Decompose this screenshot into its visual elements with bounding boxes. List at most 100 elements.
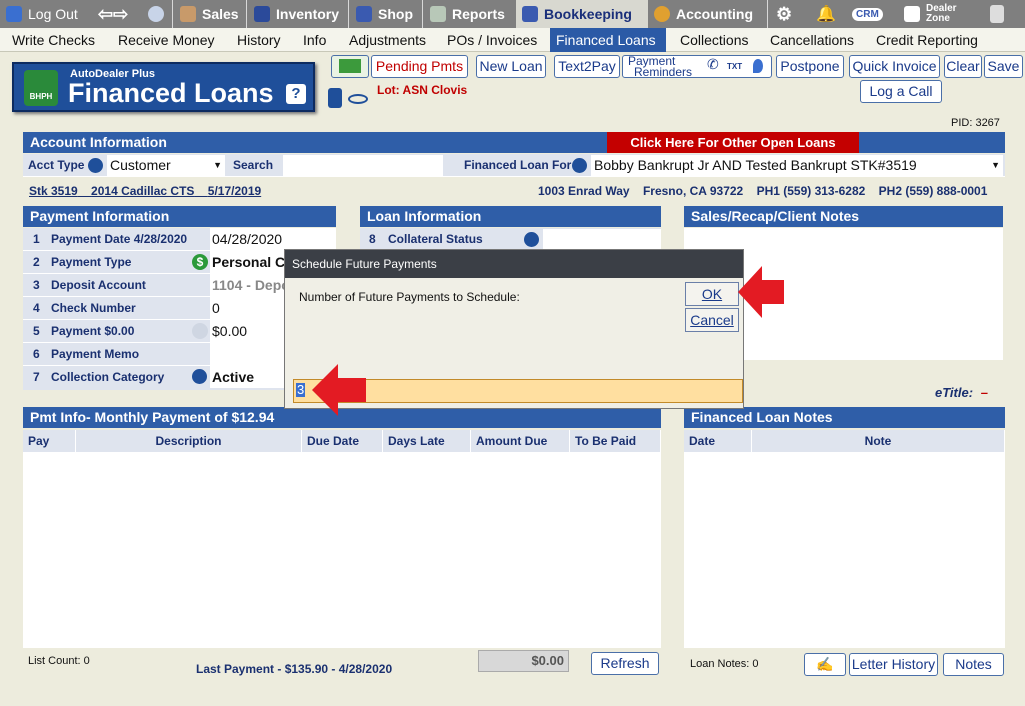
notes-button[interactable]: Notes [943, 653, 1004, 676]
new-loan-button[interactable]: New Loan [476, 55, 546, 78]
financed-loans-logo: BHPH AutoDealer Plus Financed Loans ? [12, 62, 315, 112]
info-arrow-icon[interactable] [524, 232, 539, 247]
col-to-be-paid[interactable]: To Be Paid [570, 430, 661, 452]
dealer-zone-button[interactable]: Dealer Zone [898, 0, 972, 28]
subnav-info[interactable]: Info [297, 28, 332, 52]
acct-type-select[interactable]: Customer ▼ [107, 155, 225, 176]
logout-button[interactable]: Log Out [0, 0, 88, 28]
info-arrow-icon[interactable] [572, 158, 587, 173]
loan-notes-list [684, 452, 1005, 648]
sales-notes-header: Sales/Recap/Client Notes [684, 206, 1003, 227]
log-call-button[interactable]: Log a Call [860, 80, 942, 103]
subnav-financed-loans[interactable]: Financed Loans [550, 28, 666, 52]
help-button[interactable]: ? [286, 84, 306, 104]
last-payment: Last Payment - $135.90 - 4/28/2020 [196, 662, 393, 676]
info-arrow-icon[interactable] [88, 158, 103, 173]
user-icon[interactable] [142, 0, 170, 28]
pie-chart-icon [654, 6, 670, 22]
page-title: Financed Loans [68, 78, 274, 108]
cancel-button[interactable]: Cancel [685, 308, 739, 332]
subnav-history[interactable]: History [231, 28, 287, 52]
postpone-button[interactable]: Postpone [776, 55, 844, 78]
pmt-info-list [23, 452, 661, 648]
refresh-button[interactable]: Refresh [591, 652, 659, 675]
tab-inventory[interactable]: Inventory [248, 0, 348, 28]
sign-button[interactable]: ✍ [804, 653, 846, 676]
tab-bookkeeping[interactable]: Bookkeeping [516, 0, 648, 28]
other-open-loans-button[interactable]: Click Here For Other Open Loans [607, 132, 859, 153]
acct-type-label: Acct Type [28, 158, 85, 172]
loan-notes-header: Financed Loan Notes [684, 407, 1005, 428]
col-pay[interactable]: Pay [23, 430, 76, 452]
tab-sales[interactable]: Sales [174, 0, 246, 28]
subnav-cancellations[interactable]: Cancellations [764, 28, 860, 52]
wrench-icon [356, 6, 372, 22]
col-note[interactable]: Note [752, 430, 1005, 452]
search-input[interactable] [283, 155, 443, 176]
subnav-adjustments[interactable]: Adjustments [343, 28, 432, 52]
book-icon [522, 6, 538, 22]
divider [246, 0, 247, 28]
tab-shop[interactable]: Shop [350, 0, 422, 28]
back-forward-icon[interactable]: ⇦⇨ [92, 0, 136, 28]
customer-address: 1003 Enrad Way Fresno, CA 93722 PH1 (559… [538, 184, 988, 198]
financed-loan-for-label: Financed Loan For [464, 158, 572, 172]
vehicle-link[interactable]: Stk 3519 2014 Cadillac CTS 5/17/2019 [29, 184, 261, 198]
loan-info-header: Loan Information [360, 206, 661, 227]
folder-button[interactable] [331, 55, 369, 78]
loan-notes-count: Loan Notes: 0 [690, 658, 759, 670]
gear-icon[interactable]: ⚙ [770, 0, 798, 28]
signature-icon: ✍ [816, 656, 834, 672]
info-arrow-icon[interactable] [192, 323, 208, 339]
subnav-pos-invoices[interactable]: POs / Invoices [441, 28, 543, 52]
col-date[interactable]: Date [684, 430, 752, 452]
dealer-zone-icon [904, 6, 920, 22]
col-description[interactable]: Description [76, 430, 302, 452]
chevron-down-icon: ▼ [213, 160, 222, 170]
save-button[interactable]: Save [984, 55, 1023, 78]
dollar-icon[interactable]: $ [192, 254, 208, 270]
car-icon [254, 6, 270, 22]
eye-icon[interactable] [348, 94, 368, 104]
tab-accounting[interactable]: Accounting [648, 0, 766, 28]
text2pay-button[interactable]: Text2Pay [554, 55, 620, 78]
chevron-down-icon: ▼ [991, 160, 1000, 170]
info-arrow-icon[interactable] [192, 369, 207, 384]
payment-info-header: Payment Information [23, 206, 336, 227]
home-icon [6, 6, 22, 22]
annotation-arrow-input [312, 364, 366, 416]
col-amount-due[interactable]: Amount Due [471, 430, 570, 452]
divider [767, 0, 768, 28]
subnav-write-checks[interactable]: Write Checks [6, 28, 101, 52]
payment-reminders-button[interactable]: Payment Reminders ✆ TXT [622, 55, 772, 78]
quick-invoice-button[interactable]: Quick Invoice [849, 55, 940, 78]
salesperson-icon [180, 6, 196, 22]
annotation-arrow-ok [738, 266, 784, 318]
divider [172, 0, 173, 28]
clear-button[interactable]: Clear [944, 55, 982, 78]
folder-icon [339, 59, 361, 73]
subnav-receive-money[interactable]: Receive Money [112, 28, 221, 52]
subnav-credit-reporting[interactable]: Credit Reporting [870, 28, 984, 52]
list-count: List Count: 0 [28, 655, 90, 667]
bell-icon[interactable]: 🔔 [810, 0, 838, 28]
dialog-prompt: Number of Future Payments to Schedule: [299, 290, 520, 304]
calculator-icon[interactable] [984, 0, 1012, 28]
etitle-label: eTitle: – [935, 385, 988, 400]
tab-reports[interactable]: Reports [424, 0, 516, 28]
financed-loan-select[interactable]: Bobby Bankrupt Jr AND Tested Bankrupt ST… [591, 155, 1003, 176]
divider [422, 0, 423, 28]
col-due-date[interactable]: Due Date [302, 430, 383, 452]
letter-history-button[interactable]: Letter History [849, 653, 938, 676]
lot-label: Lot: ASN Clovis [377, 83, 468, 97]
collateral-status-input[interactable] [543, 229, 661, 249]
payment-date-input[interactable]: 04/28/2020 [210, 228, 336, 250]
total-to-be-paid: $0.00 [478, 650, 569, 672]
pending-pmts-button[interactable]: Pending Pmts [371, 55, 468, 78]
crm-button[interactable]: CRM [846, 0, 886, 28]
sub-nav-bar: Write Checks Receive Money History Info … [0, 28, 1025, 52]
ok-button[interactable]: OK [685, 282, 739, 306]
unlock-icon[interactable] [328, 88, 342, 108]
col-days-late[interactable]: Days Late [383, 430, 471, 452]
subnav-collections[interactable]: Collections [674, 28, 754, 52]
